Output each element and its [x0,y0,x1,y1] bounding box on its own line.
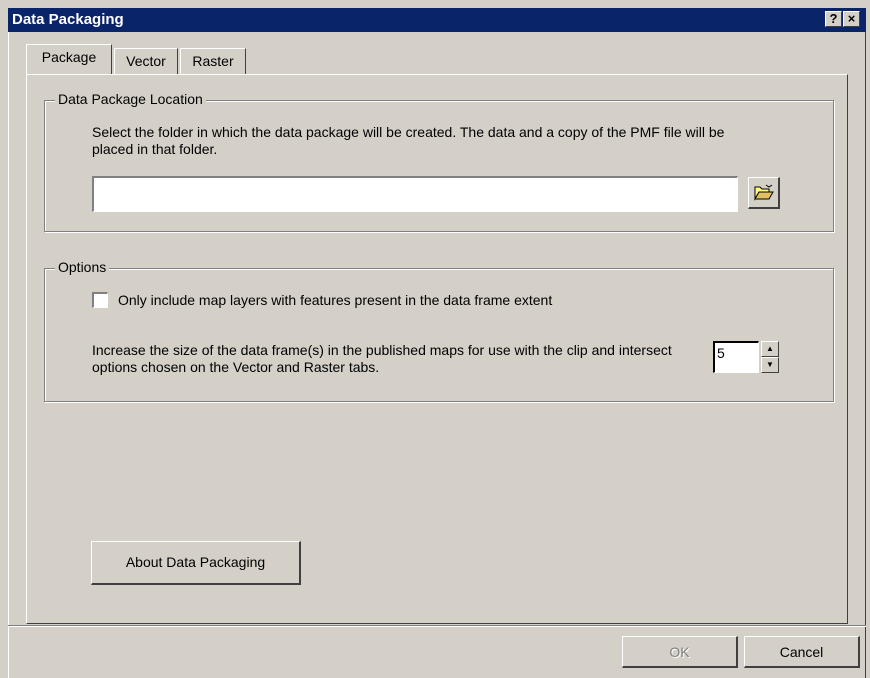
tab-vector[interactable]: Vector [114,48,178,74]
tab-package[interactable]: Package [26,44,112,74]
window-title: Data Packaging [12,11,124,28]
cancel-button[interactable]: Cancel [744,636,860,668]
tab-raster[interactable]: Raster [180,48,246,74]
button-divider [8,625,866,627]
close-button[interactable]: × [843,11,860,27]
title-bar: Data Packaging ? × [8,8,866,32]
ok-button[interactable]: OK [622,636,738,668]
help-button[interactable]: ? [825,11,842,27]
tab-panel-package [26,74,848,624]
